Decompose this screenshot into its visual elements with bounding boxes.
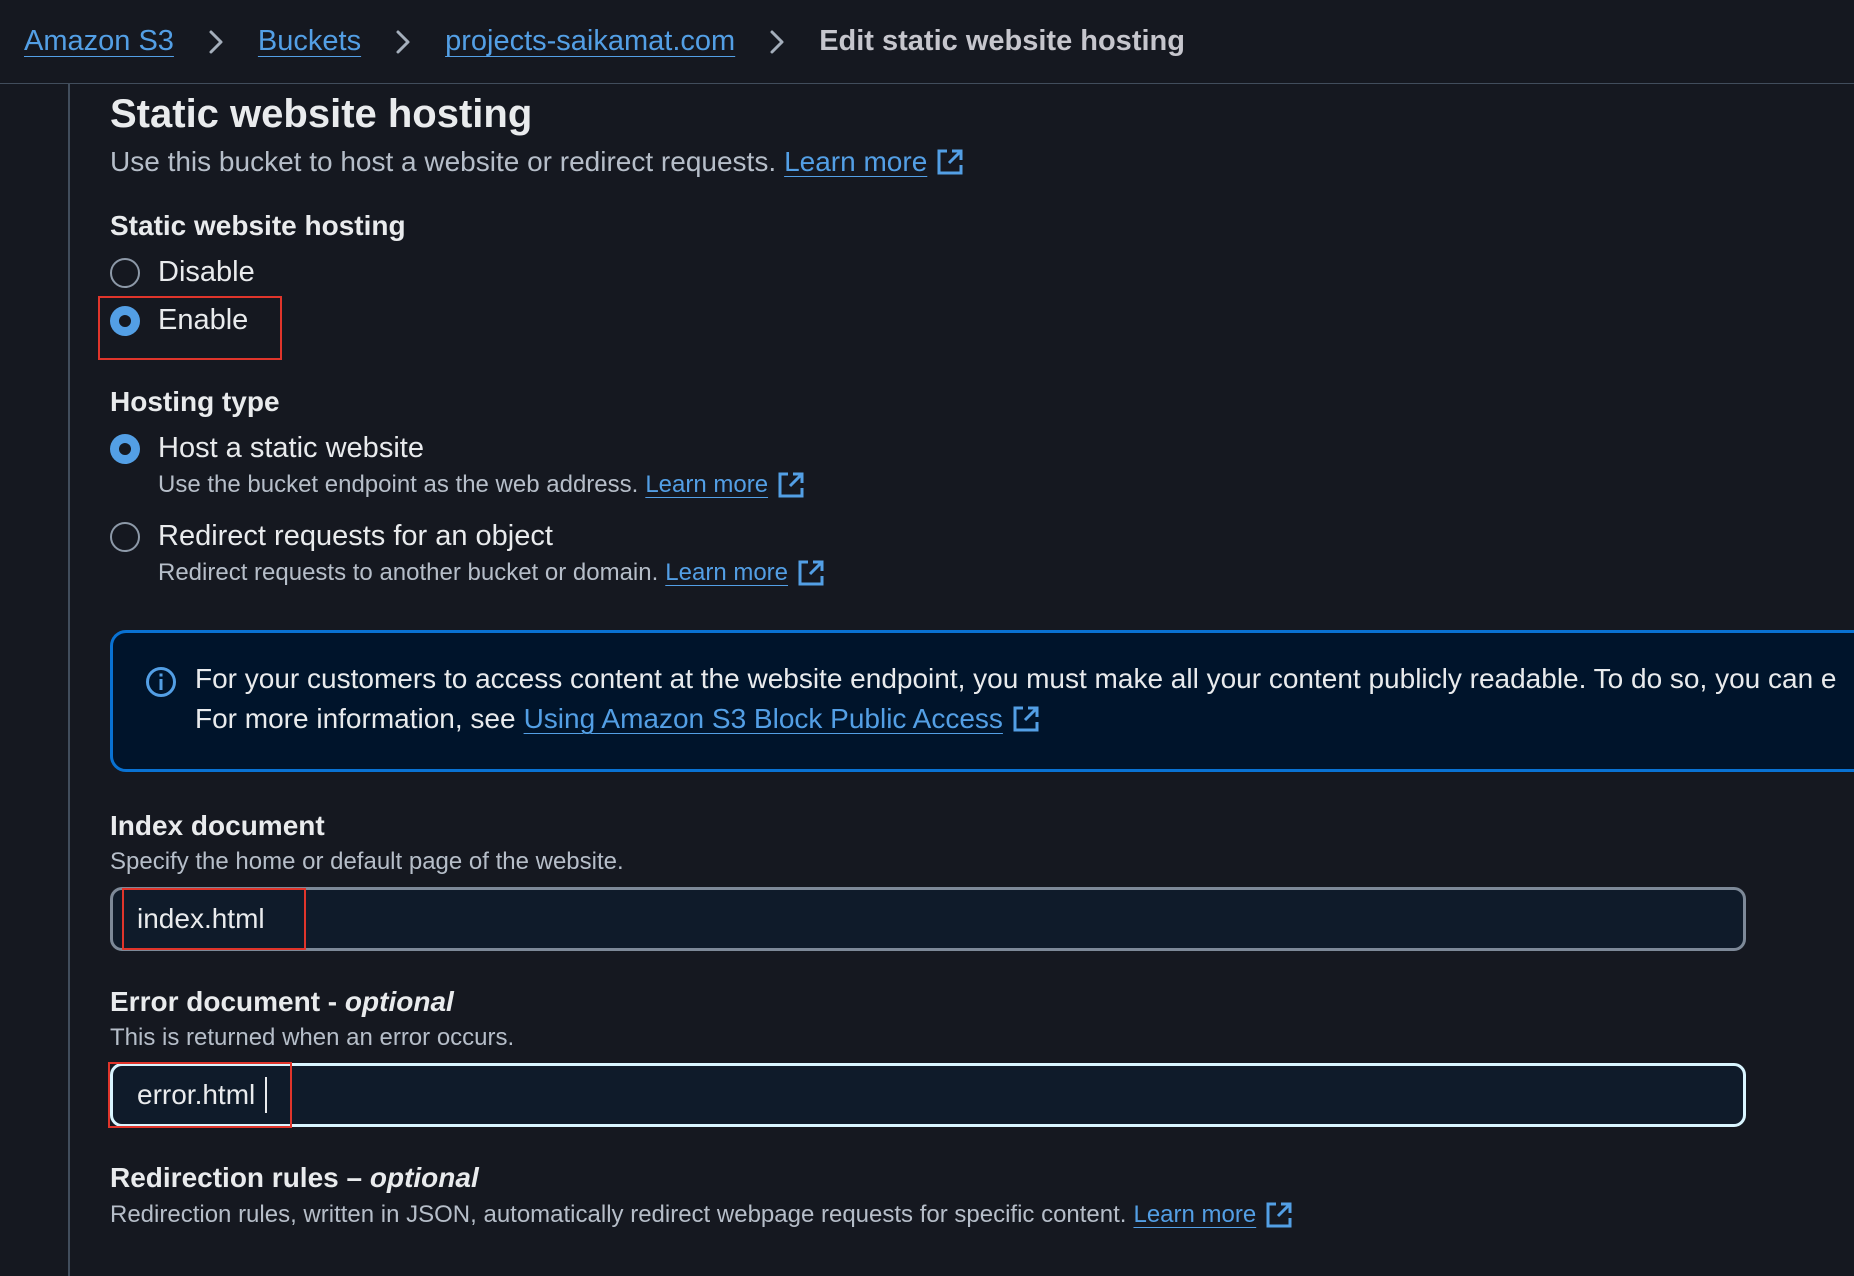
external-link-icon bbox=[1011, 704, 1041, 734]
radio-checked-icon[interactable] bbox=[110, 305, 140, 336]
index-document-help: Specify the home or default page of the … bbox=[110, 848, 624, 875]
index-document-label: Index document bbox=[110, 810, 325, 841]
host-static-website-description-text: Use the bucket endpoint as the web addre… bbox=[158, 471, 639, 498]
error-document-help: This is returned when an error occurs. bbox=[110, 1024, 515, 1051]
radio-host-static-website[interactable]: Host a static website bbox=[110, 432, 424, 465]
radio-enable-label: Enable bbox=[158, 304, 249, 336]
block-public-access-link[interactable]: Using Amazon S3 Block Public Access bbox=[524, 703, 1003, 735]
external-link-icon bbox=[796, 558, 826, 588]
chevron-right-icon bbox=[385, 24, 421, 60]
redirection-rules-label-text: Redirection rules – bbox=[110, 1162, 363, 1193]
radio-unchecked-icon[interactable] bbox=[110, 257, 140, 288]
external-link-icon bbox=[1264, 1200, 1294, 1230]
radio-disable-label: Disable bbox=[158, 256, 255, 288]
redirect-requests-description: Redirect requests to another bucket or d… bbox=[158, 558, 826, 588]
breadcrumb-bucket-link[interactable]: projects-saikamat.com bbox=[445, 25, 735, 58]
section-description: Use this bucket to host a website or red… bbox=[110, 146, 965, 178]
chevron-right-icon bbox=[198, 24, 234, 60]
index-document-input[interactable] bbox=[110, 887, 1746, 951]
info-text-line-1: For your customers to access content at … bbox=[195, 663, 1837, 694]
section-description-text: Use this bucket to host a website or red… bbox=[110, 146, 777, 177]
breadcrumb-amazon-s3-link[interactable]: Amazon S3 bbox=[24, 25, 174, 58]
info-icon bbox=[145, 666, 177, 698]
breadcrumb-buckets-link[interactable]: Buckets bbox=[258, 25, 361, 58]
radio-redirect-requests[interactable]: Redirect requests for an object bbox=[110, 520, 553, 553]
error-document-input[interactable] bbox=[110, 1063, 1746, 1127]
radio-enable[interactable]: Enable bbox=[110, 304, 248, 337]
learn-more-link[interactable]: Learn more bbox=[784, 146, 927, 178]
learn-more-link[interactable]: Learn more bbox=[645, 471, 768, 499]
info-text-line-2: For more information, see Using Amazon S… bbox=[195, 703, 1041, 735]
redirection-rules-optional-label: optional bbox=[369, 1162, 479, 1193]
radio-disable[interactable]: Disable bbox=[110, 256, 255, 289]
error-document-label-text: Error document - bbox=[110, 986, 338, 1017]
hosting-type-label: Hosting type bbox=[110, 386, 280, 417]
info-text-prefix: For more information, see bbox=[195, 703, 516, 734]
redirect-requests-description-text: Redirect requests to another bucket or d… bbox=[158, 559, 659, 586]
radio-host-static-website-label: Host a static website bbox=[158, 432, 424, 464]
host-static-website-description: Use the bucket endpoint as the web addre… bbox=[158, 470, 806, 500]
hosting-label: Static website hosting bbox=[110, 210, 406, 241]
redirection-rules-help-text: Redirection rules, written in JSON, auto… bbox=[110, 1201, 1127, 1228]
external-link-icon bbox=[776, 470, 806, 500]
redirection-rules-label: Redirection rules – optional bbox=[110, 1162, 479, 1194]
page-title: Static website hosting bbox=[110, 92, 533, 136]
radio-redirect-requests-label: Redirect requests for an object bbox=[158, 520, 553, 552]
info-alert: For your customers to access content at … bbox=[110, 630, 1854, 772]
breadcrumb-current: Edit static website hosting bbox=[819, 25, 1185, 57]
text-caret bbox=[265, 1077, 267, 1113]
learn-more-link[interactable]: Learn more bbox=[665, 559, 788, 587]
error-document-label: Error document - optional bbox=[110, 986, 454, 1018]
external-link-icon bbox=[935, 147, 965, 177]
radio-unchecked-icon[interactable] bbox=[110, 521, 140, 552]
learn-more-link[interactable]: Learn more bbox=[1133, 1201, 1256, 1229]
radio-checked-icon[interactable] bbox=[110, 433, 140, 464]
chevron-right-icon bbox=[759, 24, 795, 60]
left-rail-divider bbox=[68, 84, 70, 1276]
redirection-rules-help: Redirection rules, written in JSON, auto… bbox=[110, 1200, 1294, 1230]
breadcrumb: Amazon S3 Buckets projects-saikamat.com … bbox=[0, 0, 1854, 84]
error-document-optional-label: optional bbox=[344, 986, 454, 1017]
